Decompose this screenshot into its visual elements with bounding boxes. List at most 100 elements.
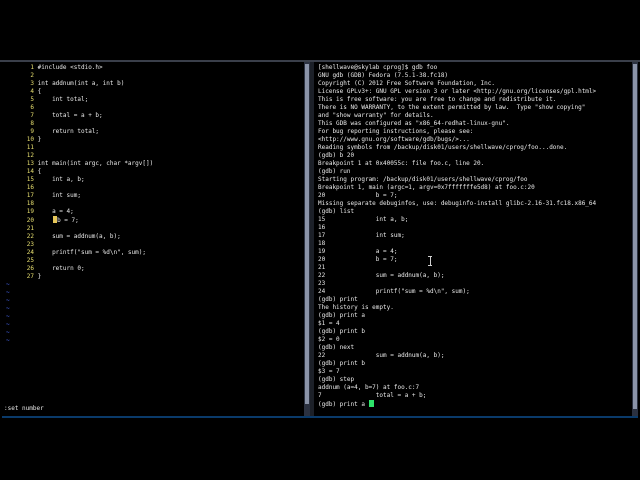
vim-line[interactable]: 6 xyxy=(4,104,153,112)
vim-line[interactable]: 8 xyxy=(4,120,153,128)
vim-line[interactable]: 16 xyxy=(4,184,153,192)
terminal-line: [shellwave@skylab cprog]$ gdb foo xyxy=(318,64,438,71)
vim-line[interactable]: 21 xyxy=(4,225,153,233)
vim-line-number: 4 xyxy=(30,88,34,95)
vim-line[interactable]: 18 xyxy=(4,200,153,208)
vim-empty-line-marker: ~ xyxy=(6,313,10,320)
vim-line-number: 15 xyxy=(26,176,34,183)
terminal-line: (gdb) print xyxy=(318,296,358,303)
vim-line[interactable]: 3 int addnum(int a, int b) xyxy=(4,80,153,88)
vim-empty-line-marker: ~ xyxy=(6,321,10,328)
vim-line[interactable]: 19 a = 4; xyxy=(4,208,153,216)
terminal-line: For bug reporting instructions, please s… xyxy=(318,128,474,135)
gdb-prompt-text: (gdb) print a xyxy=(318,401,365,408)
vim-line[interactable]: 10 } xyxy=(4,136,153,144)
terminal-line: (gdb) print b xyxy=(318,328,365,335)
vim-line-number: 18 xyxy=(26,200,34,207)
terminal-line: 17 int sum; xyxy=(318,232,405,239)
terminal-line: (gdb) list xyxy=(318,208,355,215)
vim-line[interactable]: 23 xyxy=(4,241,153,249)
terminal-line: (gdb) step xyxy=(318,376,355,383)
vim-line[interactable]: 12 xyxy=(4,152,153,160)
vim-line-text: int sum; xyxy=(37,192,81,199)
terminal-line: Breakpoint 1, main (argc=1, argv=0x7ffff… xyxy=(318,184,535,191)
vim-line[interactable]: 2 xyxy=(4,72,153,80)
vim-scrollbar-thumb[interactable] xyxy=(305,64,309,404)
terminal-line: 15 int a, b; xyxy=(318,216,409,223)
vim-line-text: } xyxy=(37,273,42,280)
vim-buffer[interactable]: 1 #include <stdio.h> 2 3 int addnum(int a… xyxy=(4,64,153,345)
vim-line[interactable]: 1 #include <stdio.h> xyxy=(4,64,153,72)
terminal-line: (gdb) run xyxy=(318,168,351,175)
vim-empty-line-marker: ~ xyxy=(6,297,10,304)
vim-line-number: 8 xyxy=(30,120,34,127)
vim-line-number: 25 xyxy=(26,257,34,264)
vim-line[interactable]: 24 printf("sum = %d\n", sum); xyxy=(4,249,153,257)
terminal-line: Breakpoint 1 at 0x40055c: file foo.c, li… xyxy=(318,160,485,167)
vim-line[interactable]: 26 return 0; xyxy=(4,265,153,273)
vim-line-text: total = a + b; xyxy=(37,112,103,119)
terminal-line: 18 xyxy=(318,240,326,247)
gdb-output[interactable]: [shellwave@skylab cprog]$ gdb foo GNU gdb… xyxy=(318,64,596,409)
vim-line-number: 19 xyxy=(26,208,34,215)
terminal-line: This GDB was configured as "x86_64-redha… xyxy=(318,120,510,127)
terminal-line: Starting program: /backup/disk01/users/s… xyxy=(318,176,528,183)
terminal-line: 22 sum = addnum(a, b); xyxy=(318,272,445,279)
terminal-line: 19 a = 4; xyxy=(318,248,398,255)
window-bottom-border xyxy=(2,416,638,418)
vim-line[interactable]: 9 return total; xyxy=(4,128,153,136)
vim-line-text: int total; xyxy=(37,96,89,103)
vim-line-text: #include <stdio.h> xyxy=(37,64,103,71)
vim-line-number: 9 xyxy=(30,128,34,135)
terminal-line: There is NO WARRANTY, to the extent perm… xyxy=(318,104,586,111)
vim-line[interactable]: 15 int a, b; xyxy=(4,176,153,184)
gdb-prompt-line[interactable]: (gdb) print a xyxy=(318,400,596,409)
terminal-line: 24 printf("sum = %d\n", sum); xyxy=(318,288,470,295)
vim-line-number: 16 xyxy=(26,184,34,191)
vim-line[interactable]: 11 xyxy=(4,144,153,152)
vim-line-text: int addnum(int a, int b) xyxy=(37,80,125,87)
terminal-line: The history is empty. xyxy=(318,304,394,311)
vim-line[interactable]: 20 b = 7; xyxy=(4,216,153,225)
terminal-line: 16 xyxy=(318,224,326,231)
vim-empty-line-marker: ~ xyxy=(6,281,10,288)
terminal-line: 20 b = 7; xyxy=(318,192,398,199)
vim-empty-line-marker: ~ xyxy=(6,289,10,296)
terminal-line: $2 = 0 xyxy=(318,336,340,343)
vim-line[interactable]: 14 { xyxy=(4,168,153,176)
vim-empty-line-marker: ~ xyxy=(6,305,10,312)
gdb-scrollbar[interactable] xyxy=(632,62,638,416)
vim-line-number: 6 xyxy=(30,104,34,111)
vim-empty-line-marker: ~ xyxy=(6,329,10,336)
vim-line[interactable]: 7 total = a + b; xyxy=(4,112,153,120)
vim-line-number: 5 xyxy=(30,96,34,103)
gdb-terminal-pane[interactable]: [shellwave@skylab cprog]$ gdb foo GNU gdb… xyxy=(314,62,638,416)
terminal-cursor xyxy=(368,400,374,407)
terminal-line: Missing separate debuginfos, use: debugi… xyxy=(318,200,597,207)
vim-line[interactable]: 5 int total; xyxy=(4,96,153,104)
terminal-line: This is free software: you are free to c… xyxy=(318,96,557,103)
terminal-line: 22 sum = addnum(a, b); xyxy=(318,352,445,359)
vim-line-number: 12 xyxy=(26,152,34,159)
vim-command-line[interactable]: :set number xyxy=(4,405,44,413)
vim-line[interactable]: 27 } xyxy=(4,273,153,281)
terminal-line: <http://www.gnu.org/software/gdb/bugs/>.… xyxy=(318,136,470,143)
vim-line[interactable]: 4 { xyxy=(4,88,153,96)
vim-line-text: int a, b; xyxy=(37,176,85,183)
gdb-scrollbar-thumb[interactable] xyxy=(633,64,637,409)
vim-line[interactable]: 22 sum = addnum(a, b); xyxy=(4,233,153,241)
vim-line-text: { xyxy=(37,88,42,95)
vim-line-number: 26 xyxy=(26,265,34,272)
vim-line[interactable]: 17 int sum; xyxy=(4,192,153,200)
vim-editor-pane[interactable]: 1 #include <stdio.h> 2 3 int addnum(int a… xyxy=(2,62,310,416)
terminal-line: GNU gdb (GDB) Fedora (7.5.1-38.fc18) xyxy=(318,72,449,79)
vim-line-number: 1 xyxy=(30,64,34,71)
vim-line-text: { xyxy=(37,168,42,175)
terminal-line: $1 = 4 xyxy=(318,320,340,327)
vim-line-number: 10 xyxy=(26,136,34,143)
vim-line[interactable]: 13 int main(int argc, char *argv[]) xyxy=(4,160,153,168)
terminal-line: 21 xyxy=(318,264,326,271)
vim-line[interactable]: 25 xyxy=(4,257,153,265)
vim-line-number: 22 xyxy=(26,233,34,240)
vim-line-number: 20 xyxy=(26,217,34,224)
